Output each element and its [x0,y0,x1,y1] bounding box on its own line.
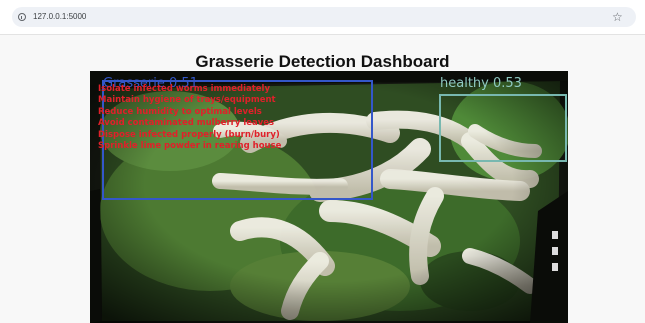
bookmark-star-icon[interactable]: ☆ [612,10,623,24]
healthy-detection-label: healthy 0.53 [440,76,522,91]
site-info-icon[interactable] [18,13,26,21]
address-bar[interactable] [12,7,636,27]
healthy-detection-box [439,94,567,162]
browser-toolbar: 127.0.0.1:5000 ☆ [0,0,645,35]
recommendation-item: Isolate infected worms immediately [98,84,271,94]
recommendation-item: Reduce humidity to optimal levels [98,106,262,117]
recommendation-item: Dispose infected properly (burn/bury) [98,129,280,140]
recommendation-item: Avoid contaminated mulberry leaves [98,118,275,129]
recommendation-list: Isolate infected worms immediately Maint… [98,84,281,152]
url-text[interactable]: 127.0.0.1:5000 [33,11,86,23]
recommendation-item: Sprinkle lime powder in rearing house [98,141,282,152]
recommendation-item: Maintain hygiene of trays/equipment [98,95,276,106]
